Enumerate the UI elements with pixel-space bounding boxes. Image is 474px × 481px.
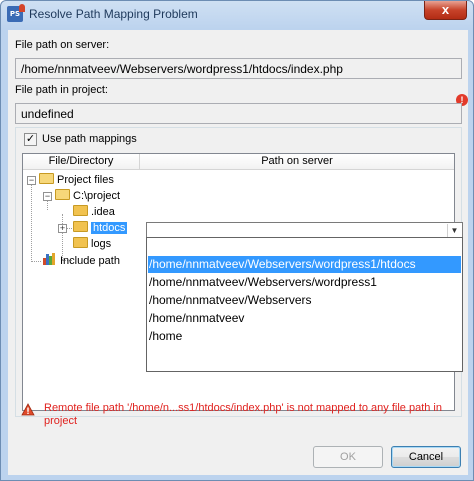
tree-item-project-files[interactable]: Project files	[39, 172, 114, 188]
dropdown-option[interactable]	[148, 239, 461, 256]
tree-item-htdocs[interactable]: htdocs	[73, 220, 128, 236]
use-path-mappings-checkbox[interactable]: ✓	[24, 133, 37, 146]
column-header-file-directory[interactable]: File/Directory	[23, 154, 140, 170]
tree-item-project[interactable]: C:\project	[55, 188, 120, 204]
server-path-field[interactable]: /home/nnmatveev/Webservers/wordpress1/ht…	[15, 58, 462, 79]
server-path-label: File path on server:	[15, 39, 110, 51]
tree-line	[31, 182, 32, 262]
path-dropdown-list[interactable]: /home/nnmatveev/Webservers/wordpress1/ht…	[146, 237, 463, 372]
project-path-field[interactable]: undefined	[15, 103, 462, 124]
ok-button[interactable]: OK	[313, 446, 383, 468]
tree-label-logs: logs	[91, 238, 112, 250]
dialog-body: File path on server: /home/nnmatveev/Web…	[8, 30, 468, 475]
expand-htdocs[interactable]: +	[58, 224, 67, 233]
chevron-down-icon[interactable]: ▼	[447, 224, 461, 237]
close-button[interactable]: x	[424, 1, 467, 20]
tree-label-htdocs: htdocs	[91, 222, 128, 234]
title-bar: PS Resolve Path Mapping Problem x	[1, 1, 473, 27]
error-icon	[21, 403, 35, 416]
phpstorm-icon: PS	[7, 4, 25, 22]
error-message: Remote file path '/home/n...ss1/htdocs/i…	[44, 402, 442, 427]
tree-line	[31, 261, 41, 262]
tree-label-include-path: Include path	[60, 255, 120, 267]
cancel-button[interactable]: Cancel	[391, 446, 461, 468]
dropdown-option-selected[interactable]: /home/nnmatveev/Webservers/wordpress1/ht…	[148, 256, 461, 273]
folder-open-icon	[55, 189, 70, 200]
project-path-label: File path in project:	[15, 84, 108, 96]
dropdown-option[interactable]: /home/nnmatveev/Webservers/wordpress1	[148, 274, 461, 291]
dialog-window: PS Resolve Path Mapping Problem x File p…	[0, 0, 474, 481]
library-icon	[43, 253, 56, 265]
folder-open-icon	[39, 173, 54, 184]
dialog-title: Resolve Path Mapping Problem	[29, 7, 198, 21]
folder-icon	[73, 205, 88, 216]
dropdown-option[interactable]: /home	[148, 328, 461, 345]
collapse-project[interactable]: −	[43, 192, 52, 201]
dropdown-option[interactable]: /home/nnmatveev/Webservers	[148, 292, 461, 309]
folder-icon	[73, 221, 88, 232]
tree-item-include-path[interactable]: Include path	[43, 253, 120, 269]
dropdown-option[interactable]: /home/nnmatveev	[148, 310, 461, 327]
tree-item-logs[interactable]: logs	[73, 236, 111, 252]
folder-icon	[73, 237, 88, 248]
tree-label-project: C:\project	[73, 190, 121, 202]
column-header-path-on-server[interactable]: Path on server	[140, 154, 454, 170]
use-path-mappings-label[interactable]: Use path mappings	[42, 133, 137, 145]
tree-item-idea[interactable]: .idea	[73, 204, 115, 220]
collapse-project-files[interactable]: −	[27, 176, 36, 185]
tree-label-project-files: Project files	[57, 174, 114, 186]
tree-label-idea: .idea	[91, 206, 115, 218]
